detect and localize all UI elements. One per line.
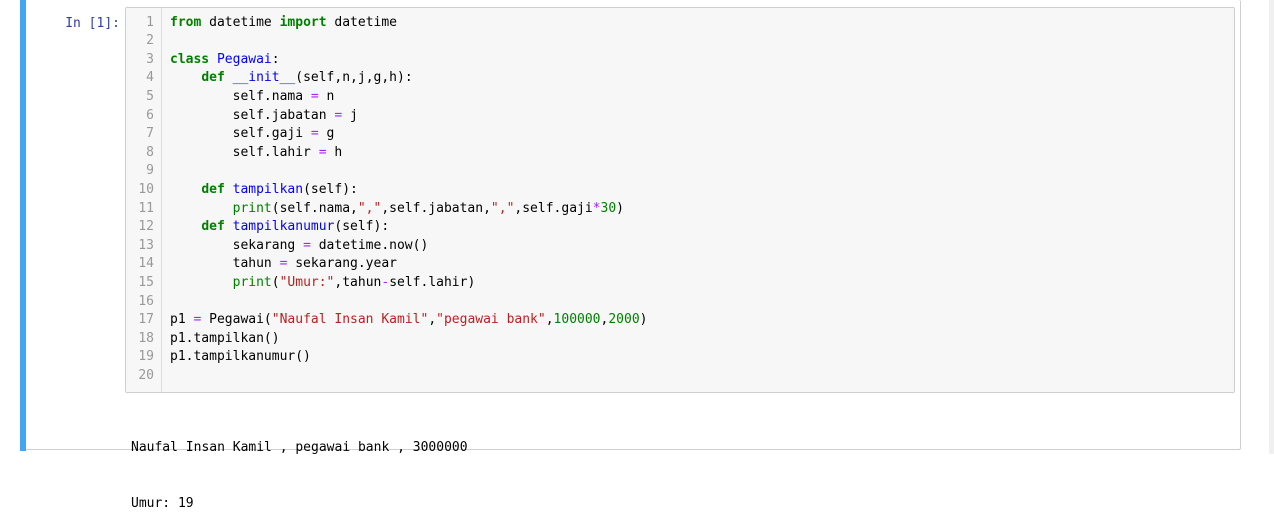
- code-line[interactable]: 13 sekarang = datetime.now(): [126, 237, 1234, 256]
- code-text: def tampilkanumur(self):: [201, 219, 390, 235]
- line-number: 19: [138, 349, 154, 365]
- code-text: sekarang = datetime.now(): [170, 237, 429, 253]
- code-text: p1 = Pegawai("Naufal Insan Kamil","pegaw…: [170, 312, 648, 328]
- code-line[interactable]: 3 class Pegawai:: [126, 51, 1234, 70]
- code-line[interactable]: 4 def __init__(self,n,j,g,h):: [126, 69, 1234, 88]
- line-number: 8: [146, 144, 154, 160]
- code-line[interactable]: 10 def tampilkan(self):: [126, 181, 1234, 200]
- code-text: from datetime import datetime: [170, 14, 398, 30]
- cell-selection-indicator: [20, 0, 26, 451]
- page-scrollbar[interactable]: [1269, 0, 1274, 454]
- code-line[interactable]: 17 p1 = Pegawai("Naufal Insan Kamil","peg…: [126, 311, 1234, 330]
- line-number: 18: [138, 330, 154, 346]
- code-line[interactable]: 1 from datetime import datetime: [126, 14, 1234, 33]
- code-line[interactable]: 7 self.gaji = g: [126, 125, 1234, 144]
- code-text: self.jabatan = j: [170, 107, 358, 123]
- line-number: 13: [138, 237, 154, 253]
- code-line[interactable]: 20: [126, 367, 1234, 386]
- code-text: p1.tampilkan(): [170, 330, 280, 346]
- code-editor[interactable]: 1 from datetime import datetime 2 3 class Pe…: [125, 7, 1235, 393]
- input-prompt: In [1]:: [65, 16, 120, 31]
- code-line[interactable]: 14 tahun = sekarang.year: [126, 255, 1234, 274]
- output-line: Naufal Insan Kamil , pegawai bank , 3000…: [131, 440, 468, 456]
- code-line[interactable]: 12 def tampilkanumur(self):: [126, 218, 1234, 237]
- line-number: 10: [138, 181, 154, 197]
- line-number: 5: [146, 88, 154, 104]
- line-number: 7: [146, 126, 154, 142]
- code-line[interactable]: 15 print("Umur:",tahun-self.lahir): [126, 274, 1234, 293]
- line-number: 15: [138, 274, 154, 290]
- code-text: tahun = sekarang.year: [170, 256, 397, 272]
- code-line[interactable]: 9: [126, 162, 1234, 181]
- line-number: 9: [146, 163, 154, 179]
- line-number: 12: [138, 219, 154, 235]
- code-line[interactable]: 18 p1.tampilkan(): [126, 330, 1234, 349]
- code-text: print(self.nama,",",self.jabatan,",",sel…: [232, 200, 624, 216]
- line-number: 11: [138, 200, 154, 216]
- code-line[interactable]: 19 p1.tampilkanumur(): [126, 348, 1234, 367]
- code-text: print("Umur:",tahun-self.lahir): [232, 274, 476, 290]
- code-line[interactable]: 6 self.jabatan = j: [126, 107, 1234, 126]
- code-text: def __init__(self,n,j,g,h):: [201, 70, 413, 86]
- code-line[interactable]: 5 self.nama = n: [126, 88, 1234, 107]
- code-text: def tampilkan(self):: [201, 181, 358, 197]
- code-text: self.lahir = h: [170, 144, 343, 160]
- code-line[interactable]: 11 print(self.nama,",",self.jabatan,",",…: [126, 200, 1234, 219]
- code-text: p1.tampilkanumur(): [170, 349, 311, 365]
- line-number: 16: [138, 293, 154, 309]
- code-text: self.nama = n: [170, 88, 335, 104]
- line-number: 14: [138, 256, 154, 272]
- code-text: class Pegawai:: [170, 51, 280, 67]
- line-number: 20: [138, 367, 154, 383]
- line-number: 4: [146, 70, 154, 86]
- output-line: Umur: 19: [131, 495, 194, 511]
- line-number: 17: [138, 312, 154, 328]
- code-line[interactable]: 8 self.lahir = h: [126, 144, 1234, 163]
- line-number: 1: [146, 14, 154, 30]
- line-number: 6: [146, 107, 154, 123]
- code-line[interactable]: 2: [126, 32, 1234, 51]
- line-number: 3: [146, 51, 154, 67]
- line-number: 2: [146, 33, 154, 49]
- code-line[interactable]: 16: [126, 293, 1234, 312]
- code-text: self.gaji = g: [170, 126, 335, 142]
- cell-output: Naufal Insan Kamil , pegawai bank , 3000…: [131, 402, 1231, 532]
